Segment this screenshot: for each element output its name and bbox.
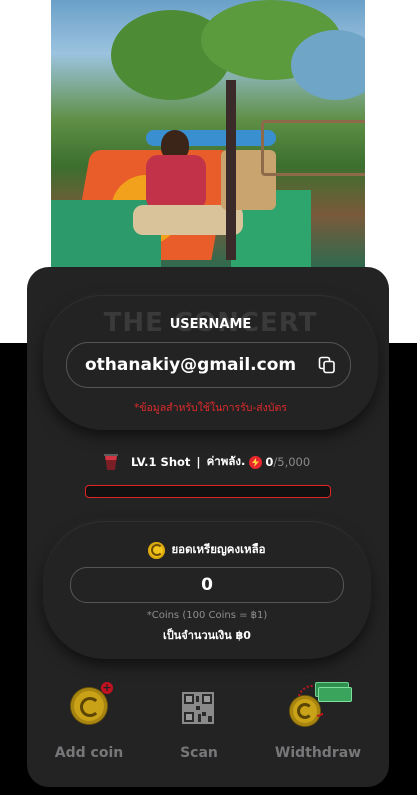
coin-balance-panel: ยอดเหรียญคงเหลือ 0 *Coins (100 Coins = ฿… xyxy=(43,521,371,659)
withdraw-button[interactable]: Widthdraw xyxy=(268,680,368,770)
copy-icon[interactable] xyxy=(318,356,336,374)
withdraw-label: Widthdraw xyxy=(274,745,362,761)
coin-rate-note: *Coins (100 Coins = ฿1) xyxy=(146,610,268,621)
energy-max: /5,000 xyxy=(273,455,311,469)
email-note: *ข้อมูลสำหรับใช้ในการรับ-ส่งบัตร xyxy=(134,402,287,414)
action-bar: + Add coin Scan Widthdraw xyxy=(27,680,389,775)
coin-icon xyxy=(148,541,166,559)
profile-photo xyxy=(51,0,365,268)
coin-title-row: ยอดเหรียญคงเหลือ xyxy=(43,541,371,559)
username-label: USERNAME xyxy=(169,317,252,332)
plus-badge-icon: + xyxy=(101,681,113,694)
coin-money-text: เป็นจำนวนเงิน ฿0 xyxy=(163,629,251,642)
qr-code-icon xyxy=(182,692,214,724)
coin-balance-value: 0 xyxy=(201,575,213,595)
add-coin-button[interactable]: + Add coin xyxy=(39,680,139,770)
cup-icon xyxy=(104,454,118,470)
bolt-icon xyxy=(249,455,263,469)
email-value: othanakiy@gmail.com xyxy=(85,355,297,375)
energy-value: 0 xyxy=(265,455,274,469)
level-label: LV.1 Shot xyxy=(131,455,191,469)
energy-progress-bar xyxy=(85,485,331,498)
coin-title: ยอดเหรียญคงเหลือ xyxy=(171,542,266,556)
energy-label: ค่าพลัง. xyxy=(206,454,246,468)
level-row: LV.1 Shot | ค่าพลัง. 0 /5,000 xyxy=(101,451,310,473)
add-coin-label: Add coin xyxy=(54,745,124,761)
username-panel: THE CONCERT USERNAME othanakiy@gmail.com… xyxy=(43,295,378,430)
add-coin-icon: + xyxy=(71,682,113,724)
scan-label: Scan xyxy=(180,745,218,761)
scan-button[interactable]: Scan xyxy=(149,680,249,770)
email-field: othanakiy@gmail.com xyxy=(66,342,351,388)
coin-balance-box: 0 xyxy=(70,567,344,603)
level-separator: | xyxy=(196,455,201,469)
